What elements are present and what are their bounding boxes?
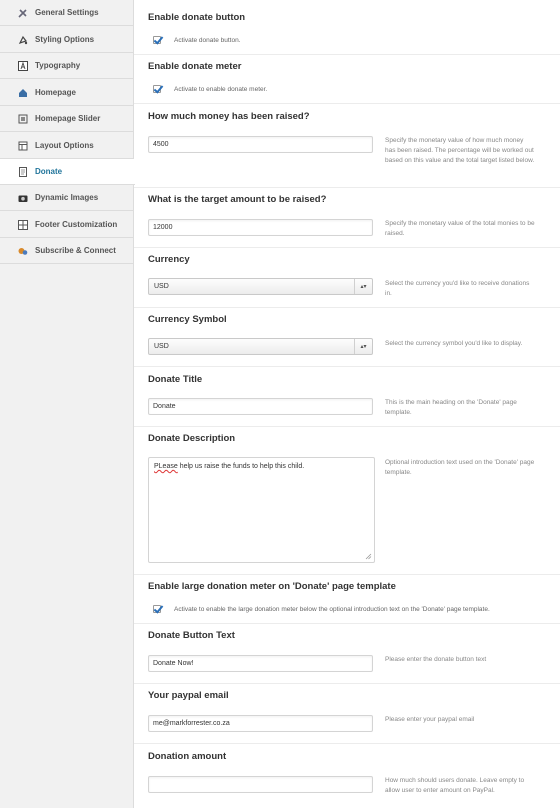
home-icon: [18, 88, 28, 98]
divider: [134, 103, 560, 104]
target-amount-help: Specify the monetary value of the total …: [385, 220, 535, 237]
sidebar-item-homepage-slider[interactable]: Homepage Slider: [0, 106, 134, 132]
checkbox-label: Activate to enable the large donation me…: [174, 605, 490, 613]
divider: [134, 683, 560, 684]
sidebar-item-donate[interactable]: Donate: [0, 159, 135, 185]
large-meter-checkbox[interactable]: [153, 605, 161, 613]
section-title-paypal-email: Your paypal email: [148, 690, 229, 701]
sidebar-item-label: Dynamic Images: [35, 193, 99, 202]
donate-description-textarea[interactable]: PLease help us raise the funds to help t…: [148, 457, 375, 563]
section-title-money-raised: How much money has been raised?: [148, 111, 310, 122]
sidebar-item-dynamic-images[interactable]: Dynamic Images: [0, 185, 134, 211]
section-title-enable-donate-meter: Enable donate meter: [148, 61, 242, 72]
sidebar-item-label: Subscribe & Connect: [35, 246, 116, 255]
sidebar-item-label: Donate: [35, 167, 63, 176]
section-title-currency-symbol: Currency Symbol: [148, 314, 227, 325]
money-raised-input[interactable]: 4500: [148, 136, 373, 153]
resize-grip-icon[interactable]: [365, 553, 372, 560]
divider: [134, 743, 560, 744]
sidebar-item-label: Homepage: [35, 88, 76, 97]
tools-icon: [18, 8, 28, 18]
sidebar-item-subscribe-connect[interactable]: Subscribe & Connect: [0, 238, 134, 264]
section-title-currency: Currency: [148, 254, 190, 265]
currency-symbol-selected-value: USD: [154, 343, 169, 350]
donate-meter-checkbox-row[interactable]: Activate to enable donate meter.: [153, 84, 267, 94]
paypal-email-input[interactable]: me@markforrester.co.za: [148, 715, 373, 732]
section-title-large-meter: Enable large donation meter on 'Donate' …: [148, 581, 396, 592]
target-amount-input[interactable]: 12000: [148, 219, 373, 236]
connect-icon: [18, 246, 28, 256]
document-icon: [18, 166, 28, 177]
currency-help: Select the currency you'd like to receiv…: [385, 280, 530, 297]
donation-amount-help: How much should users donate. Leave empt…: [385, 777, 525, 794]
donation-amount-input[interactable]: [148, 776, 373, 793]
sidebar-item-label: Typography: [35, 61, 81, 70]
sidebar-item-styling-options[interactable]: Styling Options: [0, 27, 134, 53]
section-title-donate-description: Donate Description: [148, 433, 236, 444]
description-text: help us raise the funds to help this chi…: [177, 463, 305, 470]
grid-icon: [18, 219, 28, 230]
font-icon: [18, 60, 28, 71]
sidebar-item-label: Styling Options: [35, 35, 95, 44]
donate-button-checkbox[interactable]: [153, 36, 161, 44]
sidebar-item-label: General Settings: [35, 8, 99, 17]
sidebar-item-typography[interactable]: Typography: [0, 53, 134, 79]
donate-button-checkbox-row[interactable]: Activate donate button.: [153, 35, 241, 45]
divider: [134, 54, 560, 55]
sidebar-item-general-settings[interactable]: General Settings: [0, 0, 134, 26]
select-arrows-icon: ▴▾: [354, 339, 372, 354]
donate-meter-checkbox[interactable]: [153, 85, 161, 93]
section-title-button-text: Donate Button Text: [148, 630, 235, 641]
currency-symbol-select[interactable]: USD ▴▾: [148, 338, 373, 355]
donate-title-help: This is the main heading on the 'Donate'…: [385, 399, 517, 416]
donate-title-input[interactable]: Donate: [148, 398, 373, 415]
section-title-target-amount: What is the target amount to be raised?: [148, 194, 327, 205]
section-title-enable-donate-button: Enable donate button: [148, 12, 246, 23]
divider: [134, 187, 560, 188]
section-title-donation-amount: Donation amount: [148, 751, 227, 762]
checkbox-label: Activate to enable donate meter.: [174, 85, 268, 93]
currency-selected-value: USD: [154, 283, 169, 290]
sidebar-item-label: Homepage Slider: [35, 114, 101, 123]
button-text-input[interactable]: Donate Now!: [148, 655, 373, 672]
layout-icon: [18, 141, 28, 151]
section-title-donate-title: Donate Title: [148, 374, 203, 385]
sidebar-item-homepage[interactable]: Homepage: [0, 80, 134, 106]
divider: [134, 366, 560, 367]
button-text-help: Please enter the donate button text: [385, 656, 487, 663]
currency-select[interactable]: USD ▴▾: [148, 278, 373, 295]
slider-icon: [18, 114, 28, 124]
divider: [134, 623, 560, 624]
camera-icon: [18, 193, 28, 203]
money-raised-help: Specify the monetary value of how much m…: [385, 137, 535, 164]
sidebar-item-label: Layout Options: [35, 141, 94, 150]
divider: [134, 426, 560, 427]
sidebar-item-layout-options[interactable]: Layout Options: [0, 133, 134, 159]
large-meter-checkbox-row[interactable]: Activate to enable the large donation me…: [153, 604, 490, 614]
donate-description-help: Optional introduction text used on the '…: [385, 459, 535, 476]
misspelled-word: PLease: [154, 463, 178, 470]
paypal-email-help: Please enter your paypal email: [385, 716, 475, 723]
options-sidebar: General Settings Styling Options Typogra…: [0, 0, 135, 808]
checkbox-label: Activate donate button.: [174, 36, 241, 44]
sidebar-item-footer-customization[interactable]: Footer Customization: [0, 212, 134, 238]
sidebar-item-label: Footer Customization: [35, 220, 118, 229]
select-arrows-icon: ▴▾: [354, 279, 372, 294]
divider: [134, 574, 560, 575]
divider: [134, 247, 560, 248]
divider: [134, 307, 560, 308]
paint-icon: [18, 35, 28, 45]
currency-symbol-help: Select the currency symbol you'd like to…: [385, 340, 523, 347]
